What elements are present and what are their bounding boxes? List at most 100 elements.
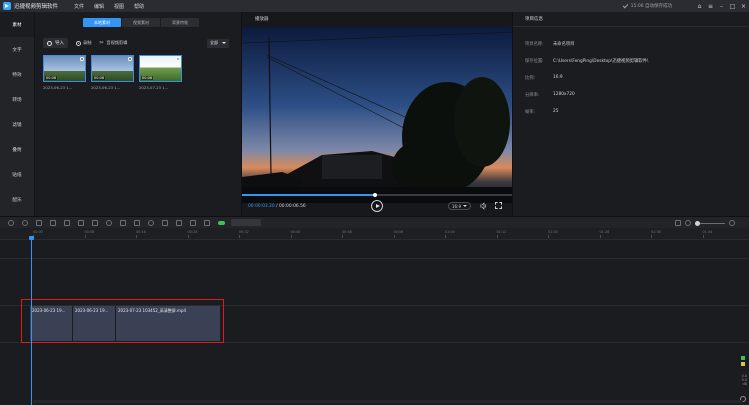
menu-edit[interactable]: 编辑	[94, 3, 104, 10]
audio-icon[interactable]	[176, 219, 182, 226]
menu-bar: 文件 编辑 视图 帮助	[74, 3, 154, 10]
duration-icon[interactable]	[134, 219, 140, 226]
speed-icon[interactable]	[106, 219, 112, 226]
sidebar: 素材 文字 特效 转场 滤镜 叠附 贴纸 配乐	[0, 12, 35, 216]
trim-button[interactable]: ✂ 音视频剪辑	[99, 40, 127, 46]
volume-icon[interactable]	[480, 202, 487, 210]
app-window: 迅捷视频剪辑软件 文件 编辑 视图 帮助 15:06 自动保存成功 ⌂ ≡ – …	[0, 0, 749, 405]
tab-local-media[interactable]: 本地素材	[83, 18, 121, 27]
freeze-icon[interactable]	[120, 219, 126, 226]
sidebar-item-filters[interactable]: 滤镜	[0, 112, 34, 137]
project-info-title: 项目信息	[525, 17, 543, 22]
rotate-icon[interactable]	[78, 219, 84, 226]
fit-icon[interactable]	[675, 220, 681, 226]
media-duration: 00:06	[93, 76, 106, 80]
ruler-tick: 01:20	[548, 230, 558, 238]
ruler-tick: 01:28	[599, 230, 610, 238]
toolbar-action-box[interactable]	[231, 219, 261, 226]
chevron-down-icon	[222, 42, 226, 44]
sidebar-item-stickers[interactable]: 贴纸	[0, 162, 34, 187]
import-label: 导入	[55, 41, 64, 46]
add-icon[interactable]	[80, 57, 84, 61]
maximize-icon[interactable]: □	[727, 0, 738, 12]
delete-icon[interactable]	[36, 219, 42, 226]
timeline-ruler[interactable]: 00:00 00:08 00:16 00:24 00:32 00:40 00:48 00:56…	[0, 228, 749, 240]
video-preview[interactable]	[242, 27, 513, 203]
zoom-out-icon[interactable]	[685, 220, 691, 226]
zoom-slider[interactable]	[695, 220, 725, 226]
player-progress-bar[interactable]	[242, 192, 513, 197]
import-button[interactable]: 导入	[43, 38, 68, 48]
redo-icon[interactable]	[22, 219, 28, 226]
sidebar-item-effects[interactable]: 特效	[0, 62, 34, 87]
ruler-tick: 01:36	[651, 230, 661, 238]
record-button[interactable]: 录制	[76, 40, 91, 46]
info-key: 比例:	[525, 76, 536, 81]
info-value: 未命名项目	[553, 42, 575, 47]
tab-video-media[interactable]: 视频素材	[122, 18, 160, 27]
ruler-tick: 01:12	[496, 230, 507, 238]
player-progress-handle[interactable]	[372, 192, 377, 197]
info-value: 1280x720	[553, 92, 575, 97]
media-item[interactable]: 00:06 2023-06-23 1...	[43, 55, 86, 90]
crop-icon[interactable]	[64, 219, 70, 226]
media-panel: 本地素材 视频素材 背景特效 导入 录制 ✂ 音视频剪辑 全部 00:06 20…	[35, 12, 241, 216]
media-item[interactable]: 00:06 2023-06-23 1...	[91, 55, 134, 90]
sidebar-item-text[interactable]: 文字	[0, 37, 34, 62]
media-thumbnail[interactable]: 00:06	[91, 55, 134, 82]
info-row-name: 项目名称: 未命名项目	[525, 41, 574, 47]
text-icon[interactable]	[162, 219, 168, 226]
add-icon[interactable]	[128, 57, 132, 61]
media-filter-select[interactable]: 全部	[207, 38, 229, 48]
player-time: 00:00:03.20 / 00:00:06.56	[248, 203, 306, 209]
sidebar-item-music[interactable]: 配乐	[0, 187, 34, 212]
sidebar-item-media[interactable]: 素材	[0, 12, 34, 37]
sidebar-item-overlay[interactable]: 叠附	[0, 137, 34, 162]
audio-level-meter	[741, 356, 745, 372]
timeline-scrollbar[interactable]	[33, 400, 743, 403]
media-filter-value: 全部	[210, 40, 218, 45]
camera-icon[interactable]	[204, 219, 210, 226]
minimize-icon[interactable]: –	[716, 0, 727, 12]
track-divider	[0, 258, 749, 259]
media-name: 2023-06-23 1...	[91, 85, 121, 90]
menu-help[interactable]: 帮助	[134, 3, 144, 10]
media-item[interactable]: 00:06 2023-07-23 1...	[139, 55, 182, 90]
timeline-zoom	[675, 220, 735, 226]
info-value: 25	[553, 109, 559, 114]
play-button[interactable]	[371, 200, 383, 212]
info-row-framerate: 帧率: 25	[525, 109, 558, 115]
ruler-tick: 00:16	[136, 230, 146, 238]
mosaic-icon[interactable]	[92, 219, 98, 226]
zoom-in-icon[interactable]	[729, 220, 735, 226]
current-time: 00:00:03.20	[248, 203, 275, 209]
sidebar-item-transitions[interactable]: 转场	[0, 87, 34, 112]
aspect-ratio-select[interactable]: 16:9	[448, 202, 471, 210]
info-value: C:\Users\FengPing\Desktop\迅捷视频剪辑软件\	[553, 59, 649, 64]
split-icon[interactable]	[50, 219, 56, 226]
ruler-tick: 00:24	[187, 230, 198, 238]
microphone-icon[interactable]	[148, 219, 154, 226]
info-key: 项目名称:	[525, 42, 544, 47]
fullscreen-icon[interactable]	[495, 202, 502, 209]
ruler-tick: 00:08	[84, 230, 95, 238]
subtitle-icon[interactable]	[190, 219, 196, 226]
app-title: 迅捷视频剪辑软件	[14, 4, 59, 10]
media-thumbnail[interactable]: 00:06	[43, 55, 86, 82]
undo-icon[interactable]	[8, 219, 14, 226]
tab-background-effects[interactable]: 背景特效	[161, 18, 199, 27]
level-bar	[741, 362, 745, 366]
info-row-location: 保存位置: C:\Users\FengPing\Desktop\迅捷视频剪辑软件…	[525, 58, 648, 64]
zoom-slider-handle[interactable]	[695, 220, 700, 226]
playhead[interactable]	[31, 238, 32, 405]
media-thumbnail[interactable]: 00:06	[139, 55, 182, 82]
audio-level-text: 0.0 0.0 dB	[742, 374, 747, 386]
add-icon[interactable]	[176, 57, 180, 61]
menu-view[interactable]: 视图	[114, 3, 124, 10]
menu-icon[interactable]: ≡	[705, 0, 716, 12]
chevron-down-icon	[462, 205, 467, 207]
home-icon[interactable]: ⌂	[694, 0, 705, 12]
close-icon[interactable]: ×	[738, 0, 749, 12]
menu-file[interactable]: 文件	[74, 3, 84, 10]
ruler-tick: 01:44	[702, 230, 713, 238]
